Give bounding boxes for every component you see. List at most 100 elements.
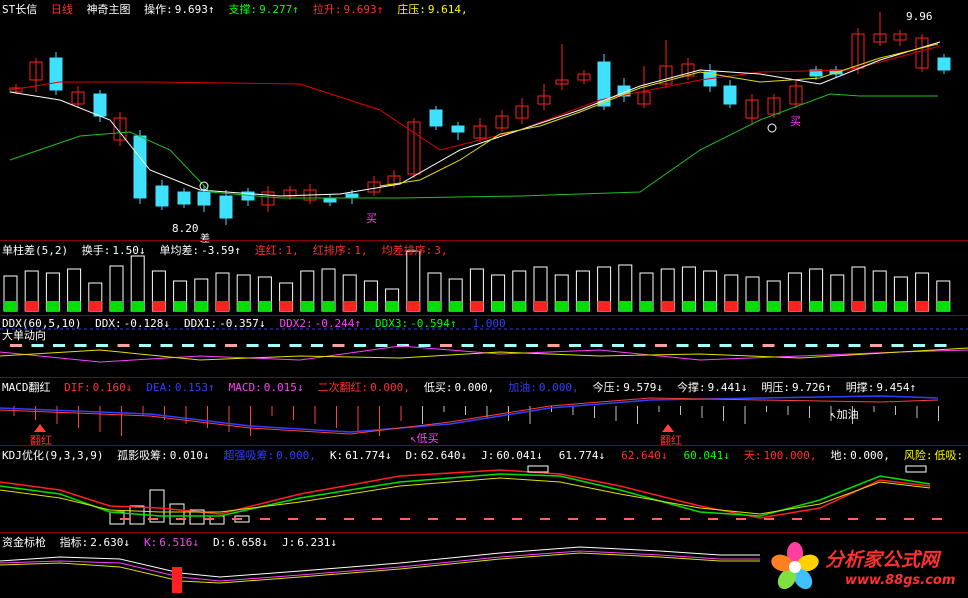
main-header: ST长信 日线 神奇主图 操作: 9.693↑ 支撑: 9.277↑ 拉升: 9.693↑…	[2, 1, 489, 17]
pane3-header: DDX(60,5,10) DDX: -0.128↓ DDX1: -0.357↓ DDX2…	[2, 317, 527, 330]
main-fields-field-0: 操作: 9.693↑	[144, 3, 215, 16]
kdj-dash	[568, 518, 578, 520]
stock-name: ST长信	[2, 3, 38, 16]
buy-signal-label-2: 买	[790, 115, 801, 128]
macd-pane[interactable]: MACD翻红 DIF: 0.160↓ DEA: 0.153↑ MACD: 0.015↓ 二次…	[0, 377, 968, 447]
volume-bar-fill	[67, 301, 81, 311]
candlestick-chart[interactable]	[0, 0, 968, 240]
ddx-bar	[31, 344, 44, 347]
volume-bar-fill	[152, 301, 166, 311]
volume-bar-fill	[640, 301, 653, 311]
up-arrow-icon	[34, 424, 46, 432]
p3-items-field-4: 1.000	[472, 317, 506, 330]
ddx-bar	[10, 344, 22, 347]
kdj-dash	[680, 518, 690, 520]
kdj-dash	[736, 518, 746, 520]
indicator-name[interactable]: 神奇主图	[87, 3, 131, 16]
kdj-pane[interactable]: KDJ优化(9,3,3,9) 孤影吸筹: 0.010↓ 超强吸筹: 0.000, K: 6…	[0, 445, 968, 532]
volume-bar-fill	[936, 301, 950, 311]
kdj-dash	[232, 518, 242, 520]
marker-circle	[767, 123, 777, 133]
ddx-bar	[547, 344, 560, 347]
kdj-dash	[288, 518, 298, 520]
up-arrow-icon	[662, 424, 674, 432]
ddx-bar	[311, 344, 323, 347]
volume-bar-fill	[428, 301, 441, 311]
main-chart-pane[interactable]: ST长信 日线 神奇主图 操作: 9.693↑ 支撑: 9.277↑ 拉升: 9.693↑…	[0, 0, 968, 245]
kdj-dash	[344, 518, 354, 520]
kdj-dash	[148, 518, 158, 520]
p4-items-field-1: DEA: 0.153↑	[146, 381, 215, 394]
ddx-bar	[913, 344, 925, 347]
kdj-dash	[316, 518, 326, 520]
ddx-bar	[805, 344, 818, 347]
volume-bar-fill	[555, 301, 569, 311]
ddx-bar	[289, 344, 302, 347]
ma-yellow-line	[379, 43, 939, 187]
p4-items-field-3: 二次翻红: 0.000,	[317, 381, 410, 394]
ddx-bar	[117, 344, 130, 347]
volume-bar-fill	[385, 301, 399, 311]
volume-bar-fill	[406, 301, 420, 311]
p5-items-field-9: 地: 0.000,	[830, 449, 890, 462]
volume-bar-fill	[4, 301, 17, 311]
p4-items-field-2: MACD: 0.015↓	[228, 381, 304, 394]
p5-items-field-3: D: 62.640↓	[405, 449, 468, 462]
ddx-bar	[569, 344, 581, 347]
volume-bar-fill	[216, 301, 229, 311]
volume-bar-fill	[46, 301, 60, 311]
p5-items-field-0: 孤影吸筹: 0.010↓	[117, 449, 210, 462]
ddx-bar	[612, 344, 624, 347]
p6-items-field-3: J: 6.231↓	[282, 536, 337, 549]
kdj-dash	[428, 518, 438, 520]
p4-items-field-6: 今压: 9.579↓	[592, 381, 663, 394]
ddx-bar	[225, 344, 237, 347]
p5-items-field-5: 61.774↓	[558, 449, 606, 462]
candle-body	[155, 185, 169, 207]
ddx-bar	[762, 344, 775, 347]
volume-bar-fill	[110, 301, 123, 311]
watermark-name: 分析家公式网	[825, 549, 940, 571]
p4-items-field-5: 加油: 0.000,	[508, 381, 579, 394]
p4-items-field-4: 低买: 0.000,	[423, 381, 495, 394]
pane6-title[interactable]: 资金标枪	[2, 536, 46, 549]
volume-bar-fill	[915, 301, 929, 311]
kdj-dash	[792, 518, 802, 520]
volume-bar-fill	[873, 301, 887, 311]
pane5-title[interactable]: KDJ优化(9,3,3,9)	[2, 449, 103, 462]
ddx-bar	[633, 344, 646, 347]
site-watermark: 分析家公式网 www.88gs.com	[765, 537, 965, 595]
p5-items-field-8: 天: 100.000,	[743, 449, 817, 462]
p2-items-field-0: 换手: 1.50↓	[81, 244, 146, 257]
volume-bar-fill	[491, 301, 505, 311]
ddx-bar	[354, 344, 366, 347]
dea-line	[0, 395, 939, 433]
pane2-title[interactable]: 单柱差(5,2)	[2, 244, 68, 257]
period-label[interactable]: 日线	[51, 3, 73, 16]
high-price-label: 9.96	[906, 10, 933, 23]
volume-bar-fill	[724, 301, 738, 311]
ddx-bar	[676, 344, 689, 347]
p4-items-field-0: DIF: 0.160↓	[64, 381, 133, 394]
fund-line-1	[0, 546, 760, 578]
ddx-bar	[268, 344, 280, 347]
kdj-dash	[260, 518, 270, 520]
ddx-bar	[719, 344, 732, 347]
volume-bar-fill	[173, 301, 187, 311]
p5-items-field-10: 风险: 低吸:	[903, 449, 964, 462]
ddx-bar	[160, 344, 173, 347]
volume-bar-fill	[576, 301, 590, 311]
p3-items-field-2: DDX2: -0.244↑	[279, 317, 361, 330]
kdj-dash	[708, 518, 718, 520]
ddx-pane[interactable]: DDX(60,5,10) DDX: -0.128↓ DDX1: -0.357↓ DDX2…	[0, 315, 968, 377]
ddx-bar	[96, 344, 108, 347]
volume-bar-fill	[25, 301, 39, 311]
flower-logo-icon	[771, 542, 819, 590]
pane3-title[interactable]: DDX(60,5,10)	[2, 317, 81, 330]
pane4-title[interactable]: MACD翻红	[2, 381, 51, 394]
dif-line	[0, 397, 939, 435]
ddx-bar	[741, 344, 753, 347]
single-bar-diff-pane[interactable]: 单柱差(5,2) 换手: 1.50↓ 单均差: -3.59↑ 连红: 1, 红排序: 1, 均差…	[0, 240, 968, 315]
volume-bar-fill	[788, 301, 802, 311]
p5-items-field-7: 60.041↓	[683, 449, 730, 462]
